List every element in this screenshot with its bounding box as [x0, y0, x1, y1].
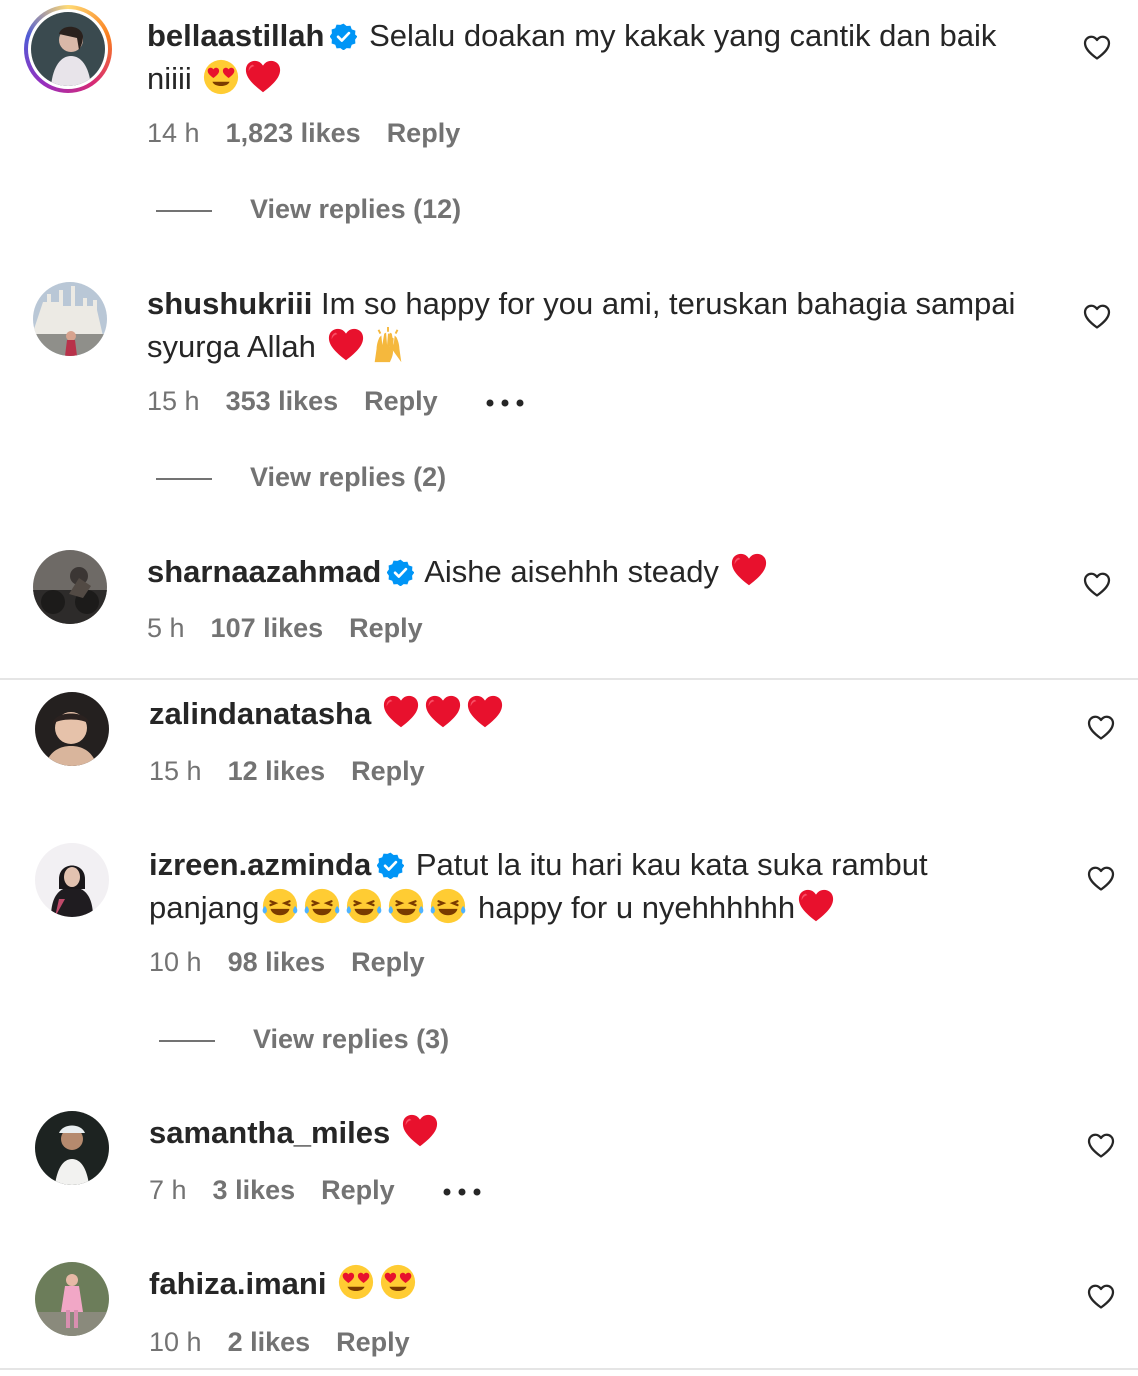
- comment-text: bellaastillah Selalu doakan my kakak yan…: [147, 14, 1047, 100]
- heart-outline-icon[interactable]: [1082, 570, 1112, 600]
- heart-outline-icon[interactable]: [1082, 33, 1112, 63]
- comment-text: samantha_miles: [149, 1111, 1049, 1154]
- comment-time: 10 h: [149, 1327, 202, 1357]
- likes-count[interactable]: 98 likes: [228, 947, 326, 977]
- heart-eyes-emoji-icon: [337, 1263, 375, 1301]
- reply-button[interactable]: Reply: [321, 1175, 395, 1205]
- avatar-story-ring[interactable]: [24, 5, 112, 93]
- heart-outline-icon[interactable]: [1086, 864, 1116, 894]
- laughing-tears-emoji-icon: [429, 887, 467, 925]
- comment-text: shushukriii Im so happy for you ami, ter…: [147, 282, 1047, 368]
- comment-text: izreen.azminda Patut la itu hari kau kat…: [149, 843, 1049, 929]
- comment-time: 15 h: [147, 386, 200, 416]
- avatar[interactable]: [35, 843, 109, 917]
- laughing-tears-emoji-icon: [303, 887, 341, 925]
- avatar[interactable]: [33, 282, 107, 356]
- avatar[interactable]: [31, 12, 105, 86]
- heart-outline-icon[interactable]: [1086, 1282, 1116, 1312]
- comment-body-end: happy for u nyehhhhhh: [477, 890, 796, 925]
- heart-outline-icon[interactable]: [1086, 713, 1116, 743]
- comment-time: 10 h: [149, 947, 202, 977]
- comment-time: 14 h: [147, 118, 200, 148]
- likes-count[interactable]: 107 likes: [211, 613, 324, 643]
- likes-count[interactable]: 3 likes: [213, 1175, 296, 1205]
- reply-button[interactable]: Reply: [364, 386, 438, 416]
- heart-outline-icon[interactable]: [1086, 1131, 1116, 1161]
- view-replies-label: View replies (3): [253, 1024, 450, 1054]
- section-divider: [0, 678, 1138, 680]
- comment-text: sharnaazahmad Aishe aisehhh steady: [147, 550, 1047, 593]
- heart-eyes-emoji-icon: [379, 1263, 417, 1301]
- view-replies-label: View replies (2): [250, 462, 447, 492]
- laughing-tears-emoji-icon: [261, 887, 299, 925]
- avatar[interactable]: [33, 550, 107, 624]
- red-heart-emoji-icon: [797, 887, 835, 925]
- verified-badge-icon: [377, 852, 404, 879]
- avatar[interactable]: [35, 692, 109, 766]
- red-heart-emoji-icon: [466, 693, 504, 731]
- username[interactable]: samantha_miles: [149, 1115, 390, 1150]
- username[interactable]: izreen.azminda: [149, 847, 371, 882]
- username[interactable]: fahiza.imani: [149, 1266, 326, 1301]
- comment-time: 15 h: [149, 756, 202, 786]
- view-replies-button[interactable]: View replies (2): [156, 462, 446, 493]
- verified-badge-icon: [330, 23, 357, 50]
- comment-time: 7 h: [149, 1175, 187, 1205]
- avatar[interactable]: [35, 1111, 109, 1185]
- view-replies-button[interactable]: View replies (3): [159, 1024, 449, 1055]
- username[interactable]: bellaastillah: [147, 18, 324, 53]
- comment-text: zalindanatasha: [149, 692, 1049, 735]
- comment-body-continued: panjang: [149, 890, 260, 925]
- verified-badge-icon: [387, 559, 414, 586]
- comment-text: fahiza.imani: [149, 1262, 1049, 1305]
- red-heart-emoji-icon: [730, 551, 768, 589]
- more-options-icon[interactable]: [486, 399, 524, 407]
- avatar[interactable]: [35, 1262, 109, 1336]
- section-divider: [0, 1368, 1138, 1370]
- reply-button[interactable]: Reply: [351, 947, 425, 977]
- comment-body: Patut la itu hari kau kata suka rambut: [415, 847, 928, 882]
- username[interactable]: shushukriii: [147, 286, 312, 321]
- comment-body: Aishe aisehhh steady: [424, 554, 719, 589]
- red-heart-emoji-icon: [244, 58, 282, 96]
- red-heart-emoji-icon: [327, 326, 365, 364]
- likes-count[interactable]: 353 likes: [226, 386, 339, 416]
- more-options-icon[interactable]: [443, 1188, 481, 1196]
- red-heart-emoji-icon: [401, 1112, 439, 1150]
- laughing-tears-emoji-icon: [345, 887, 383, 925]
- heart-eyes-emoji-icon: [202, 58, 240, 96]
- likes-count[interactable]: 1,823 likes: [226, 118, 361, 148]
- reply-button[interactable]: Reply: [351, 756, 425, 786]
- reply-button[interactable]: Reply: [336, 1327, 410, 1357]
- likes-count[interactable]: 2 likes: [228, 1327, 311, 1357]
- raising-hands-emoji-icon: [369, 326, 407, 364]
- heart-outline-icon[interactable]: [1082, 302, 1112, 332]
- red-heart-emoji-icon: [424, 693, 462, 731]
- username[interactable]: sharnaazahmad: [147, 554, 381, 589]
- reply-button[interactable]: Reply: [349, 613, 423, 643]
- reply-button[interactable]: Reply: [387, 118, 461, 148]
- username[interactable]: zalindanatasha: [149, 696, 371, 731]
- comment-time: 5 h: [147, 613, 185, 643]
- view-replies-label: View replies (12): [250, 194, 462, 224]
- red-heart-emoji-icon: [382, 693, 420, 731]
- view-replies-button[interactable]: View replies (12): [156, 194, 461, 225]
- laughing-tears-emoji-icon: [387, 887, 425, 925]
- likes-count[interactable]: 12 likes: [228, 756, 326, 786]
